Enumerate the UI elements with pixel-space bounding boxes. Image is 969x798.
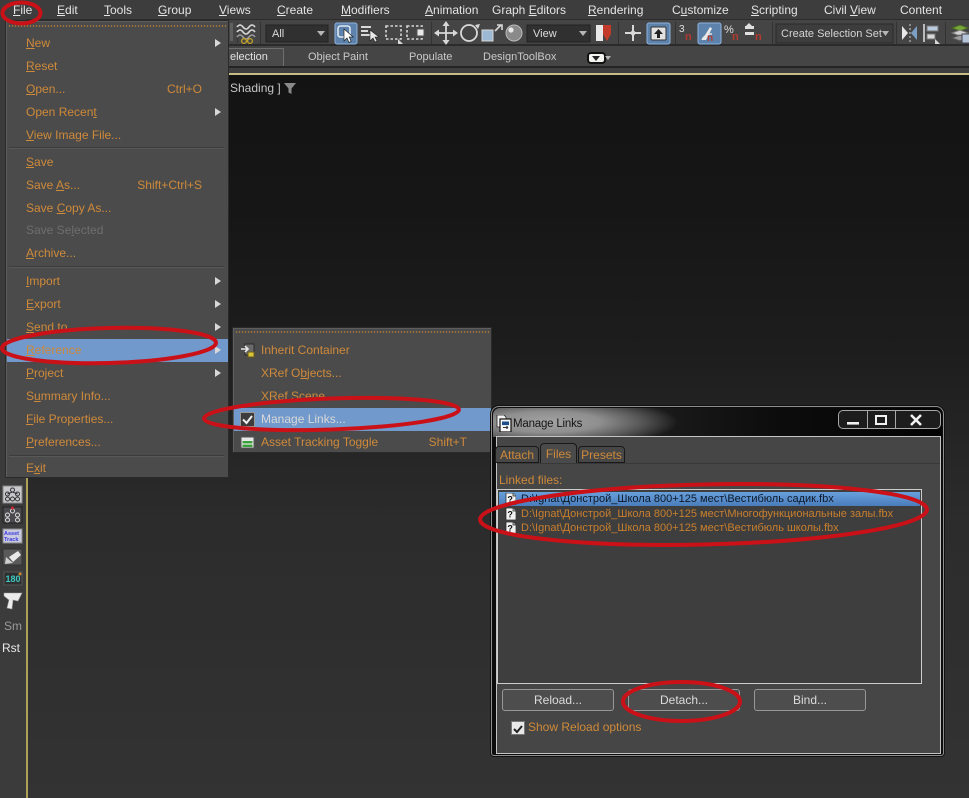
svg-text:180: 180 xyxy=(6,574,21,584)
svg-text:All: All xyxy=(272,28,284,40)
svg-text:n: n xyxy=(707,33,713,44)
svg-text:Rst: Rst xyxy=(2,641,21,655)
svg-text:?: ? xyxy=(507,509,513,519)
svg-text:?: ? xyxy=(507,523,513,533)
svg-text:n: n xyxy=(685,31,692,43)
svg-text:n: n xyxy=(755,31,762,43)
svg-text:Sm: Sm xyxy=(4,619,22,633)
svg-text:Create Selection Set: Create Selection Set xyxy=(781,28,882,40)
svg-text:Track: Track xyxy=(4,537,19,543)
svg-text:n: n xyxy=(732,31,739,43)
svg-text:View: View xyxy=(533,28,557,40)
svg-text:?: ? xyxy=(507,495,513,505)
